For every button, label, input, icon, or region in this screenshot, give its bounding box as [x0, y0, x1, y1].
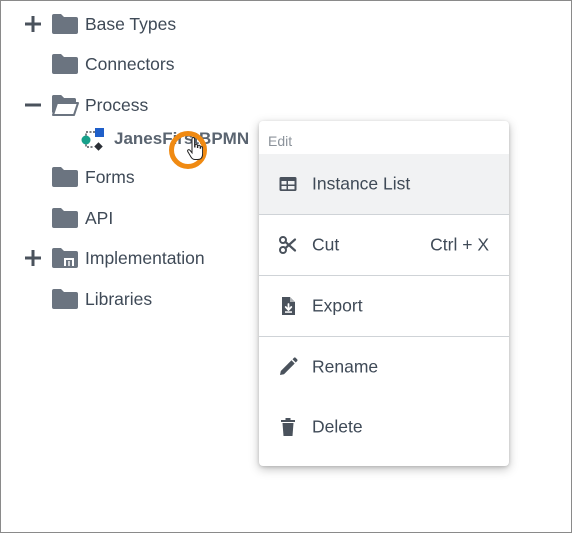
menu-item-label: Delete — [312, 416, 363, 437]
menu-item-delete[interactable]: Delete — [259, 397, 509, 457]
tree-item-label: API — [85, 207, 114, 228]
plus-icon[interactable] — [23, 14, 43, 34]
tree-item-base-types[interactable]: Base Types — [1, 9, 251, 39]
plus-icon[interactable] — [23, 248, 43, 268]
folder-icon — [52, 54, 78, 74]
minus-icon[interactable] — [23, 95, 43, 115]
tree-item-label: Connectors — [85, 53, 175, 74]
bpmn-process-icon — [81, 128, 104, 151]
tree-item-connectors[interactable]: Connectors — [1, 49, 251, 79]
explorer-panel: Base Types Connectors Process JanesFirst… — [0, 0, 572, 533]
tree-item-implementation[interactable]: Implementation — [1, 243, 251, 273]
menu-item-cut[interactable]: Cut Ctrl + X — [259, 215, 509, 275]
trash-icon — [281, 418, 295, 436]
menu-header-edit: Edit — [268, 133, 293, 149]
menu-item-shortcut: Ctrl + X — [430, 234, 489, 255]
tree-item-forms[interactable]: Forms — [1, 162, 241, 192]
tree-item-process[interactable]: Process — [1, 90, 251, 120]
folder-icon — [52, 14, 78, 34]
tree-item-label: Implementation — [85, 247, 205, 268]
tree-item-label: Forms — [85, 166, 135, 187]
tree-item-label: Process — [85, 94, 149, 115]
folder-icon — [52, 208, 78, 228]
tree-item-label: Libraries — [85, 288, 153, 309]
folder-icon — [52, 289, 78, 309]
menu-item-label: Rename — [312, 356, 379, 377]
hand-cursor-icon — [187, 137, 203, 160]
folder-icon — [52, 167, 78, 187]
folder-package-icon — [52, 248, 78, 268]
table-icon — [279, 177, 297, 191]
folder-open-icon — [52, 95, 79, 116]
scissors-icon — [279, 236, 297, 254]
tree-item-api[interactable]: API — [1, 203, 241, 233]
menu-item-instance-list[interactable]: Instance List — [259, 154, 509, 214]
menu-item-label: Export — [312, 295, 363, 316]
menu-item-label: Cut — [312, 234, 340, 255]
file-export-icon — [282, 297, 295, 315]
tree-item-label: Base Types — [85, 13, 177, 34]
pencil-icon — [280, 357, 298, 375]
menu-item-label: Instance List — [312, 173, 411, 194]
tree-item-libraries[interactable]: Libraries — [1, 284, 251, 314]
menu-item-export[interactable]: Export — [259, 276, 509, 336]
menu-item-rename[interactable]: Rename — [259, 337, 509, 397]
context-menu: Edit Instance List Cut Ctrl + X Export R… — [259, 121, 509, 466]
